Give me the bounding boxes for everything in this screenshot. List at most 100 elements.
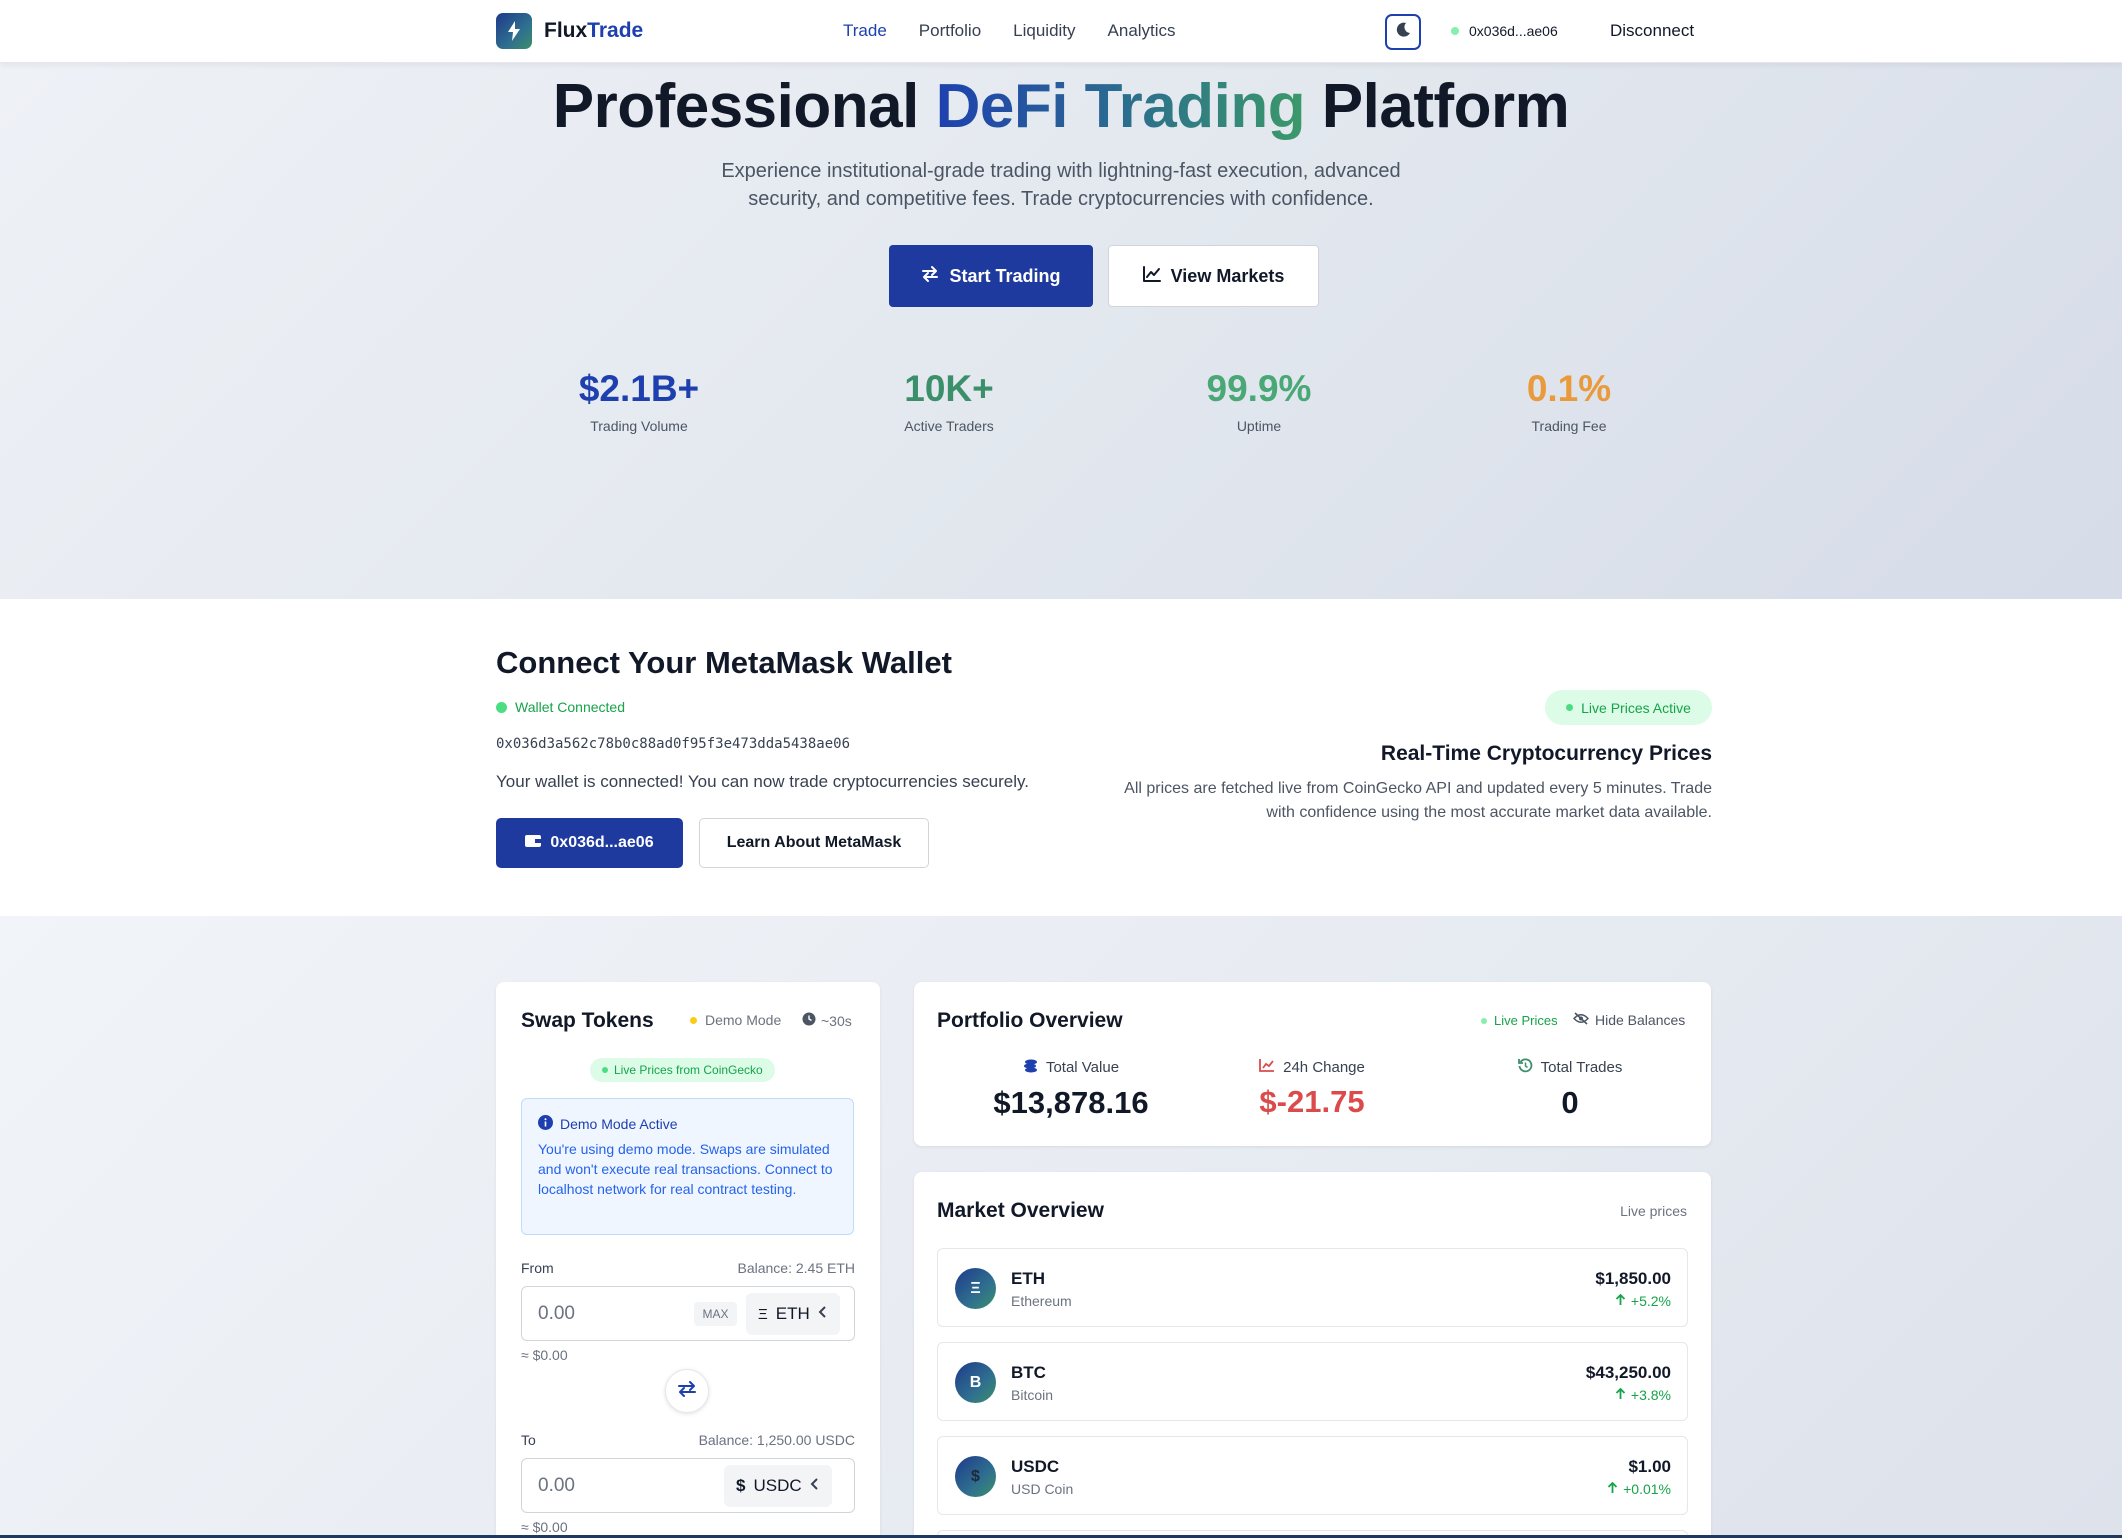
chevron-left-icon (810, 1476, 820, 1496)
stat-label: Active Traders (904, 418, 994, 434)
market-name: Bitcoin (1011, 1387, 1054, 1403)
demo-mode-text: Demo Mode (705, 1012, 782, 1028)
live-prices-badge: Live Prices Active (1545, 690, 1712, 725)
stat-value: $-21.75 (1259, 1084, 1365, 1119)
market-price: $1.00 (1628, 1457, 1671, 1476)
to-token-label: USDC (753, 1476, 802, 1495)
market-change-text: +3.8% (1630, 1387, 1671, 1403)
coingecko-text: Live Prices from CoinGecko (614, 1063, 763, 1077)
market-symbol: ETH (1011, 1269, 1045, 1288)
brand-logo[interactable]: FluxTrade (496, 13, 643, 49)
wallet-message: Your wallet is connected! You can now tr… (496, 772, 1029, 791)
status-dot (496, 701, 507, 713)
stat-value: $2.1B+ (578, 368, 700, 409)
arrow-up-icon (1615, 1387, 1626, 1403)
from-usd-value: ≈ $0.00 (521, 1347, 568, 1363)
market-row[interactable]: $ USDC USD Coin $1.00 +0.01% (937, 1436, 1688, 1515)
stat-value: 10K+ (904, 368, 994, 409)
hero-title: Professional DeFi Trading Platform (552, 72, 1570, 141)
stat-trading-fee: 0.1% Trading Fee (1469, 368, 1669, 434)
market-title: Market Overview (937, 1199, 1104, 1222)
hide-balances-button[interactable]: Hide Balances (1573, 1012, 1685, 1028)
from-balance: Balance: 2.45 ETH (737, 1260, 855, 1276)
from-token-label: ETH (775, 1304, 810, 1323)
status-dot (690, 1016, 697, 1024)
start-trading-button[interactable]: Start Trading (889, 245, 1093, 307)
nav-link-portfolio[interactable]: Portfolio (919, 21, 981, 41)
flip-tokens-button[interactable] (665, 1369, 709, 1413)
moon-icon (1394, 21, 1412, 44)
view-markets-label: View Markets (1170, 265, 1285, 286)
realtime-subtitle: All prices are fetched live from CoinGec… (1124, 780, 1712, 821)
stat-label: Trading Fee (1531, 418, 1607, 434)
market-name: USD Coin (1011, 1481, 1074, 1497)
learn-metamask-button[interactable]: Learn About MetaMask (699, 818, 929, 868)
arrow-up-icon (1607, 1481, 1618, 1497)
market-row[interactable]: B BTC Bitcoin $43,250.00 +3.8% (937, 1342, 1688, 1421)
stat-active-traders: 10K+ Active Traders (849, 368, 1049, 434)
swap-card: Swap Tokens Demo Mode ~30s Live Prices f… (496, 982, 880, 1538)
market-change-text: +0.01% (1623, 1481, 1671, 1497)
stat-trading-volume: $2.1B+ Trading Volume (539, 368, 739, 434)
hide-balances-label: Hide Balances (1595, 1012, 1686, 1028)
live-prices-text: Live Prices Active (1581, 699, 1691, 716)
total-value-stat: Total Value $13,878.16 (961, 1058, 1181, 1121)
portfolio-live-text: Live Prices (1494, 1013, 1558, 1028)
demo-info-box: Demo Mode Active You're using demo mode.… (521, 1098, 854, 1235)
stat-label-text: Total Value (1045, 1059, 1120, 1076)
stat-uptime: 99.9% Uptime (1159, 368, 1359, 434)
ethereum-icon: Ξ (955, 1268, 996, 1309)
wallet-section: Connect Your MetaMask Wallet Wallet Conn… (0, 599, 2122, 916)
to-label: To (521, 1432, 536, 1448)
info-body: You're using demo mode. Swaps are simula… (538, 1141, 833, 1197)
from-token-select[interactable]: Ξ ETH (746, 1293, 840, 1335)
to-amount-field[interactable]: 0.00 $ USDC (521, 1458, 855, 1513)
stat-label: Trading Volume (590, 418, 688, 434)
status-dot (1451, 27, 1459, 35)
swap-title: Swap Tokens (521, 1009, 654, 1032)
from-amount-value[interactable]: 0.00 (538, 1303, 575, 1325)
chart-line-icon (1142, 265, 1161, 287)
bolt-icon (496, 13, 532, 49)
portfolio-live-tag: Live Prices (1481, 1013, 1558, 1028)
market-change-text: +5.2% (1630, 1293, 1671, 1309)
coins-icon (1023, 1058, 1038, 1077)
from-amount-field[interactable]: 0.00 MAX Ξ ETH (521, 1286, 855, 1341)
wallet-address-button[interactable]: 0x036d...ae06 (496, 818, 683, 868)
to-amount-value[interactable]: 0.00 (538, 1475, 575, 1497)
status-dot (1481, 1017, 1487, 1024)
chart-line-icon (1259, 1058, 1275, 1076)
market-row[interactable]: Ξ ETH Ethereum $1,850.00 +5.2% (937, 1248, 1688, 1327)
estimated-time: ~30s (802, 1012, 852, 1029)
to-token-select[interactable]: $ USDC (724, 1465, 832, 1507)
disconnect-button[interactable]: Disconnect (1610, 21, 1694, 41)
status-dot (602, 1067, 608, 1073)
view-markets-button[interactable]: View Markets (1108, 245, 1319, 307)
market-live-label: Live prices (1620, 1203, 1687, 1219)
history-icon (1517, 1058, 1533, 1077)
bitcoin-icon: B (955, 1362, 996, 1403)
max-button[interactable]: MAX (694, 1302, 737, 1326)
status-dot (1566, 704, 1574, 711)
info-heading: Demo Mode Active (538, 1115, 837, 1133)
market-change: +3.8% (1615, 1387, 1671, 1403)
hero-subtitle: Experience institutional-grade trading w… (721, 160, 1401, 210)
ethereum-icon: Ξ (758, 1305, 768, 1323)
clock-icon (802, 1012, 816, 1029)
swap-arrows-icon (677, 1380, 697, 1402)
nav-link-analytics[interactable]: Analytics (1108, 21, 1176, 41)
nav-link-trade[interactable]: Trade (843, 21, 887, 41)
stat-label-text: 24h Change (1283, 1058, 1365, 1076)
wallet-status-text: Wallet Connected (515, 699, 625, 715)
arrow-up-icon (1615, 1293, 1626, 1309)
theme-toggle-button[interactable] (1385, 14, 1421, 50)
stat-label: 24h Change (1202, 1058, 1422, 1076)
wallet-status: Wallet Connected (496, 699, 625, 715)
eye-off-icon (1573, 1012, 1589, 1028)
estimated-time-text: ~30s (821, 1012, 852, 1029)
nav-link-liquidity[interactable]: Liquidity (1013, 21, 1075, 41)
stat-value: $13,878.16 (993, 1085, 1149, 1120)
from-label: From (521, 1260, 554, 1276)
market-change: +5.2% (1615, 1293, 1671, 1309)
stat-value: 99.9% (1206, 368, 1312, 409)
